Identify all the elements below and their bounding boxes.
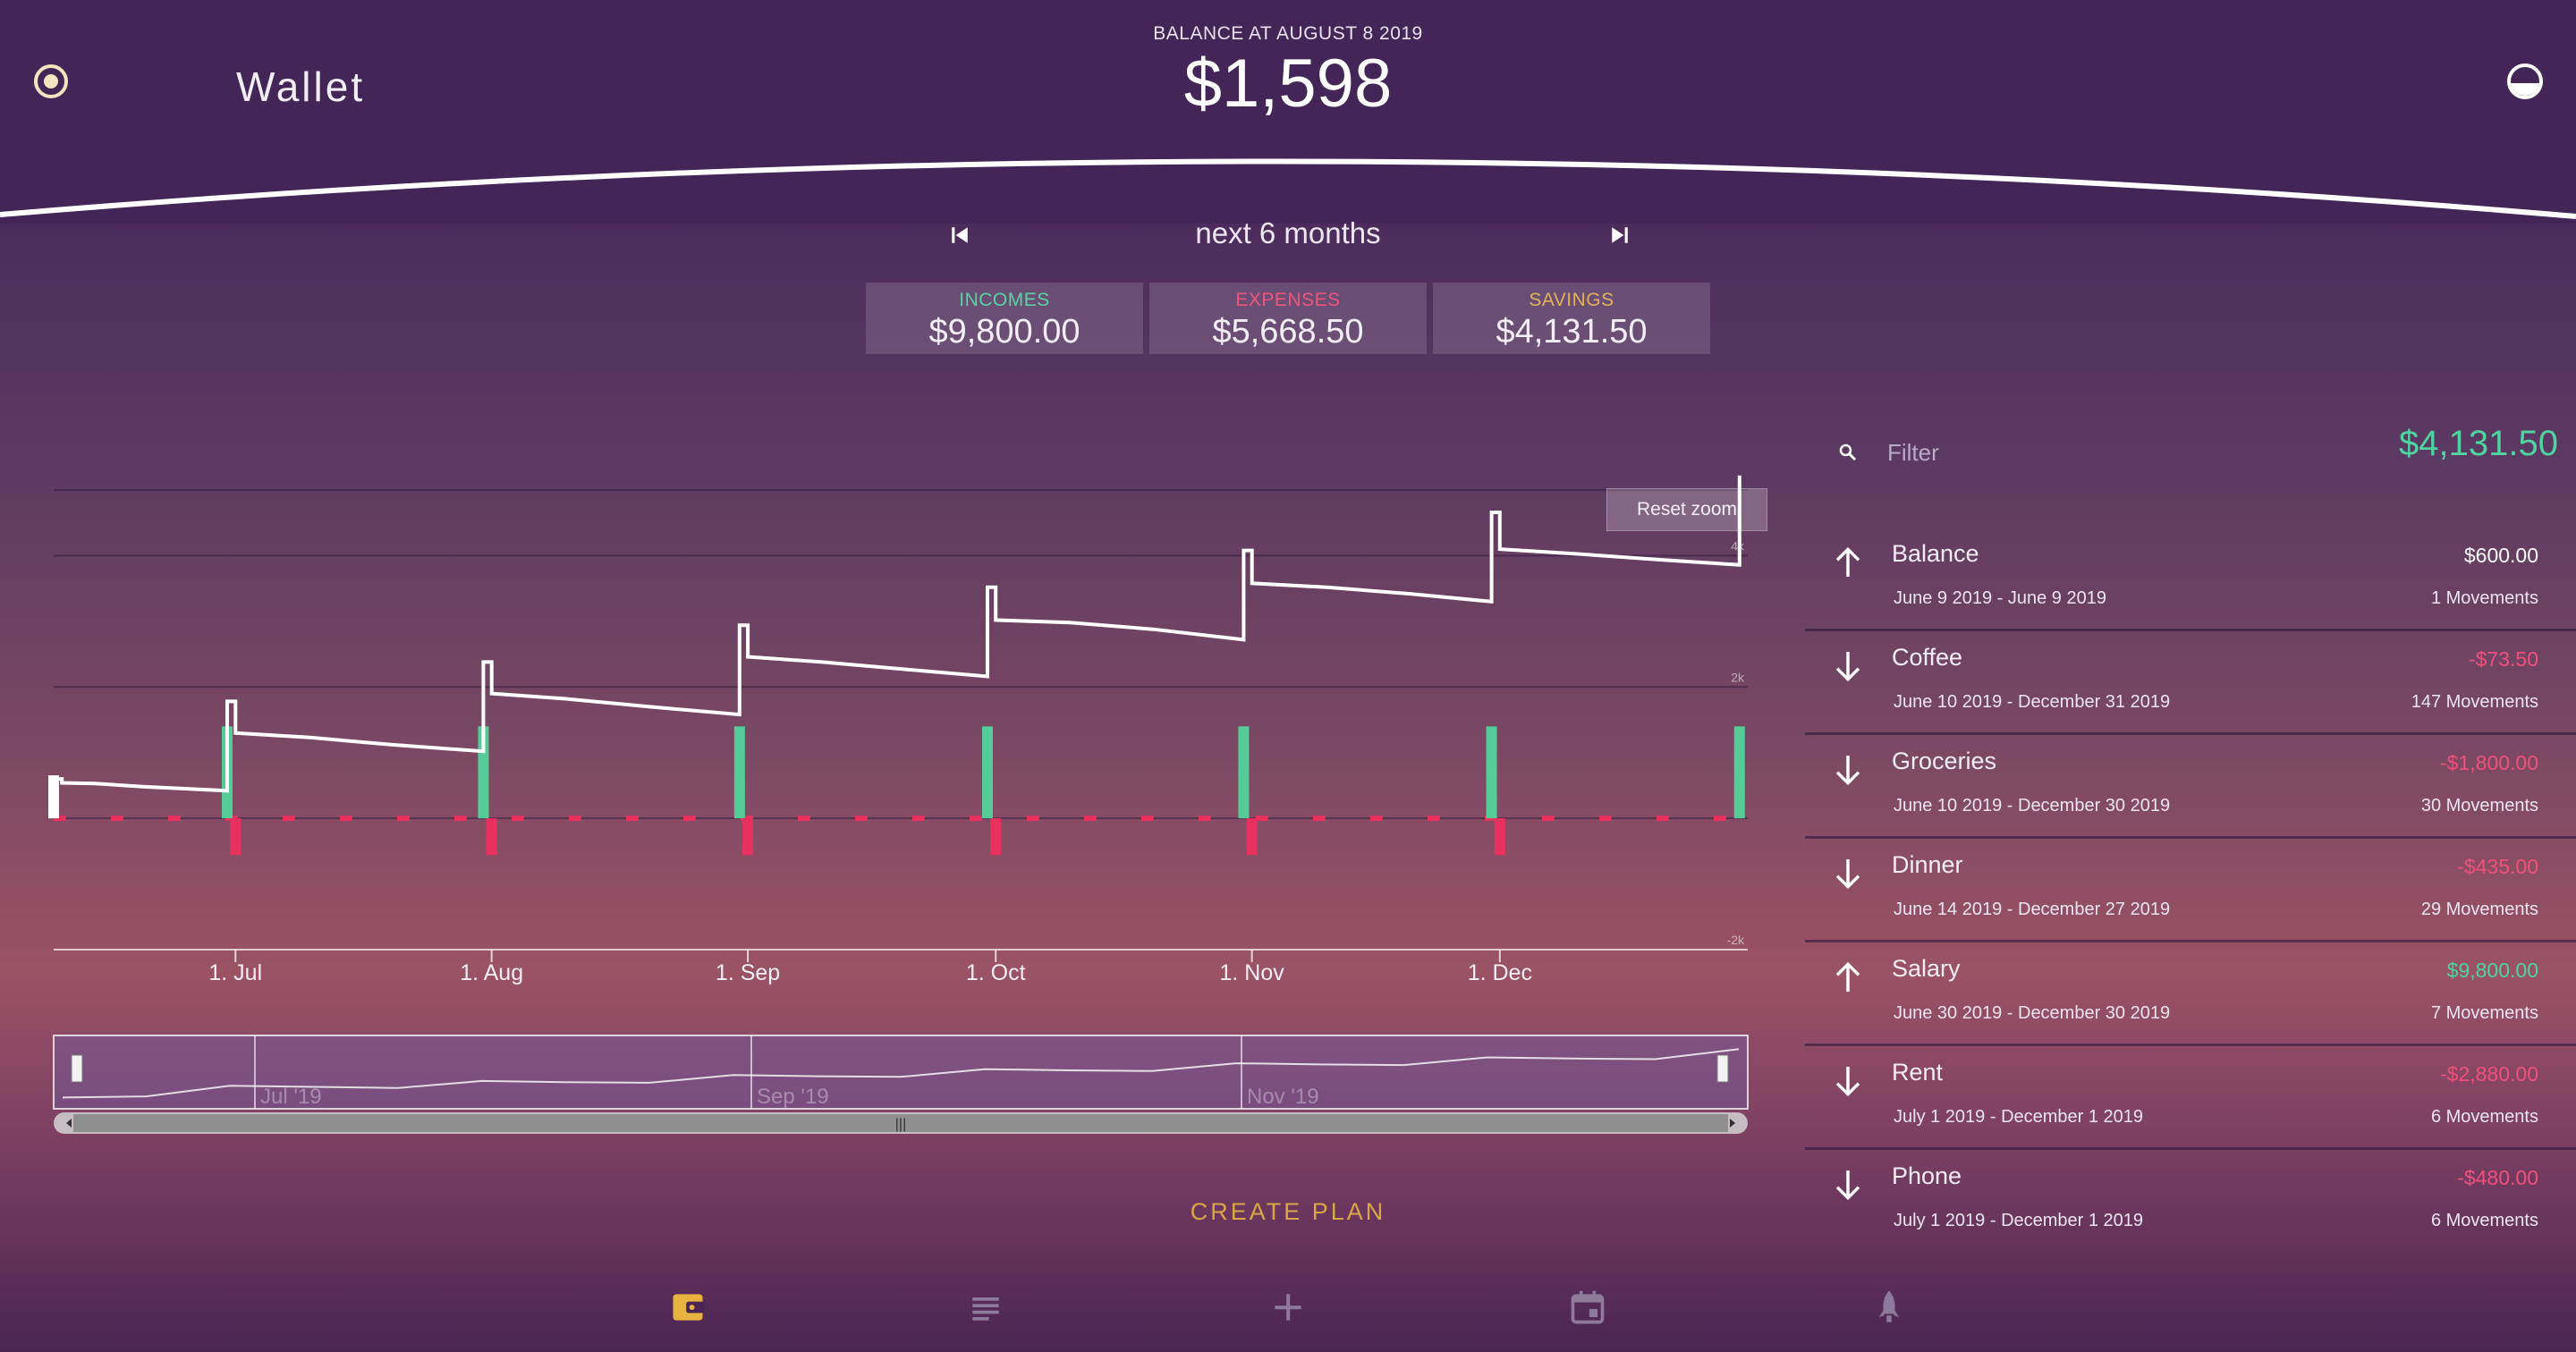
income-bar [1733, 726, 1745, 819]
movement-item[interactable]: Groceries June 10 2019 - December 30 2019… [1805, 735, 2576, 839]
list-icon[interactable] [966, 1288, 1005, 1327]
x-tick-label: 1. Nov [1220, 960, 1285, 985]
movement-name: Dinner [1892, 851, 1963, 878]
arrow-down-icon [1835, 859, 1860, 890]
movement-item[interactable]: Coffee June 10 2019 - December 31 2019 -$7… [1805, 631, 2576, 735]
movement-name: Balance [1892, 540, 1979, 567]
x-tick-label: 1. Dec [1468, 960, 1532, 985]
balance-value: $1,598 [1183, 46, 1393, 122]
movement-count: 29 Movements [2420, 900, 2538, 919]
movement-item[interactable]: Phone July 1 2019 - December 1 2019 -$480.… [1805, 1150, 2576, 1254]
movement-amount: $9,800.00 [2446, 959, 2538, 982]
movement-dates: July 1 2019 - December 1 2019 [1894, 1211, 2144, 1230]
savings-label: SAVINGS [1529, 290, 1614, 310]
income-bar [1238, 726, 1250, 819]
arrow-down-icon [1835, 1170, 1860, 1201]
movement-amount: $600.00 [2463, 544, 2538, 567]
movement-count: 6 Movements [2430, 1211, 2538, 1230]
search-icon [1839, 444, 1857, 461]
movement-name: Rent [1892, 1059, 1944, 1086]
movement-amount: -$480.00 [2457, 1166, 2538, 1189]
arrow-up-icon [1835, 961, 1860, 992]
bottom-nav [0, 1252, 2576, 1352]
movement-amount: -$73.50 [2468, 647, 2538, 671]
movement-amount: -$1,800.00 [2440, 751, 2538, 774]
arrow-down-icon [1835, 1067, 1860, 1097]
income-bar [982, 726, 994, 819]
navigator-label: Sep '19 [757, 1085, 829, 1109]
expense-bar [486, 818, 497, 856]
expenses-value: $5,668.50 [1212, 313, 1364, 351]
app-title: Wallet [236, 63, 366, 110]
calendar-icon[interactable] [1568, 1288, 1607, 1327]
plus-icon[interactable] [1268, 1288, 1308, 1327]
balance-label: BALANCE AT AUGUST 8 2019 [1153, 23, 1423, 44]
incomes-box: INCOMES $9,800.00 [866, 283, 1143, 354]
expenses-label: EXPENSES [1235, 290, 1341, 310]
incomes-label: INCOMES [959, 290, 1050, 310]
movement-dates: June 14 2019 - December 27 2019 [1894, 900, 2171, 919]
y-tick-label: -2k [1727, 933, 1745, 947]
x-tick-label: 1. Jul [208, 960, 262, 985]
navigator-label: Jul '19 [260, 1085, 322, 1109]
x-tick-label: 1. Oct [966, 960, 1026, 985]
navigator-handle[interactable] [71, 1054, 83, 1083]
movement-amount: -$2,880.00 [2440, 1062, 2538, 1086]
incomes-value: $9,800.00 [928, 313, 1080, 351]
arrow-up-icon [1835, 546, 1860, 577]
movement-name: Phone [1892, 1162, 1962, 1189]
half-circle-icon[interactable] [2507, 63, 2543, 99]
movement-dates: June 10 2019 - December 31 2019 [1894, 692, 2171, 712]
filter-total: $4,131.50 [2399, 424, 2558, 463]
movements-list: Balance June 9 2019 - June 9 2019 $600.00 1… [1805, 528, 2576, 1254]
movement-item[interactable]: Salary June 30 2019 - December 30 2019 $9,… [1805, 942, 2576, 1046]
navigator-handle[interactable] [1716, 1054, 1729, 1083]
create-plan-button[interactable]: CREATE PLAN [1109, 1198, 1467, 1226]
skip-previous-icon[interactable] [946, 222, 973, 249]
filter-input[interactable] [1887, 436, 2352, 469]
rocket-icon[interactable] [1869, 1288, 1909, 1327]
app-root: Wallet BALANCE AT AUGUST 8 2019 $1,598 n… [0, 0, 2576, 1352]
movement-item[interactable]: Rent July 1 2019 - December 1 2019 -$2,880… [1805, 1046, 2576, 1150]
x-tick-label: 1. Sep [716, 960, 780, 985]
movement-count: 7 Movements [2430, 1003, 2538, 1023]
movement-dates: June 10 2019 - December 30 2019 [1894, 796, 2171, 815]
expenses-box: EXPENSES $5,668.50 [1149, 283, 1427, 354]
expense-bar [1494, 818, 1505, 856]
expense-bar [990, 818, 1002, 856]
movement-item[interactable]: Dinner June 14 2019 - December 27 2019 -$4… [1805, 839, 2576, 942]
radio-dot-icon[interactable] [34, 64, 68, 98]
income-bar [1486, 726, 1497, 819]
arrow-down-icon [1835, 756, 1860, 786]
movement-count: 30 Movements [2420, 796, 2538, 815]
movement-name: Coffee [1892, 644, 1963, 671]
skip-next-icon[interactable] [1606, 222, 1633, 249]
expense-bar [230, 818, 242, 856]
balance-chart[interactable]: 4k2k0-2k1. Jul1. Aug1. Sep1. Oct1. Nov1.… [0, 465, 1789, 1145]
y-tick-label: 2k [1731, 670, 1745, 684]
movement-count: 1 Movements [2430, 588, 2538, 608]
reset-zoom-button[interactable]: Reset zoom [1606, 488, 1767, 531]
movement-item[interactable]: Balance June 9 2019 - June 9 2019 $600.00 1… [1805, 528, 2576, 631]
movement-count: 6 Movements [2430, 1107, 2538, 1127]
savings-value: $4,131.50 [1496, 313, 1648, 351]
expense-bar [1246, 818, 1258, 856]
movement-dates: July 1 2019 - December 1 2019 [1894, 1107, 2144, 1127]
movement-name: Groceries [1892, 748, 1997, 774]
navigator-label: Nov '19 [1247, 1085, 1319, 1109]
scrollbar-grip: ||| [895, 1117, 906, 1132]
movement-dates: June 9 2019 - June 9 2019 [1894, 588, 2106, 608]
movement-amount: -$435.00 [2457, 855, 2538, 878]
x-tick-label: 1. Aug [460, 960, 523, 985]
movement-name: Salary [1892, 955, 1961, 982]
savings-box: SAVINGS $4,131.50 [1433, 283, 1710, 354]
movement-dates: June 30 2019 - December 30 2019 [1894, 1003, 2171, 1023]
movement-count: 147 Movements [2411, 692, 2538, 712]
balance-start-marker [48, 775, 59, 819]
income-bar [733, 726, 745, 819]
wallet-icon[interactable] [668, 1288, 708, 1327]
arrow-down-icon [1835, 652, 1860, 682]
expense-bar [742, 818, 754, 856]
period-label: next 6 months [1195, 216, 1381, 249]
